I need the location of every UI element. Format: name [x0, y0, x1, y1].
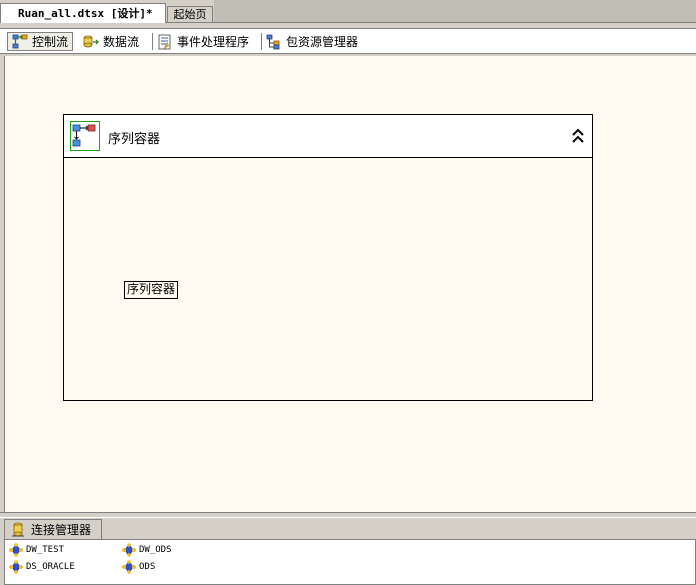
- tab-event-handlers[interactable]: 事件处理程序: [157, 32, 249, 51]
- connection-item[interactable]: DW_TEST: [8, 543, 64, 557]
- tab-strip-background: [214, 0, 696, 22]
- document-tab-ruan-all[interactable]: Ruan_all.dtsx [设计]*: [0, 3, 166, 23]
- event-handler-icon: [158, 34, 171, 49]
- sequence-container-header[interactable]: 序列容器: [64, 115, 592, 158]
- connection-item-label: DS_ORACLE: [26, 562, 75, 572]
- connection-item-label: ODS: [139, 562, 156, 572]
- tab-package-explorer[interactable]: 包资源管理器: [266, 32, 358, 51]
- tab-separator: [261, 33, 262, 50]
- connection-manager-icon: [12, 522, 24, 536]
- connection-icon: [9, 543, 23, 557]
- connection-icon: [122, 560, 136, 574]
- designer-tab-bar: 控制流 数据流 事件处理程序 包资源管理器: [0, 28, 696, 54]
- tab-separator: [152, 33, 153, 50]
- tab-data-flow-label: 数据流: [103, 35, 140, 49]
- connection-item[interactable]: DS_ORACLE: [8, 560, 75, 574]
- tab-control-flow[interactable]: 控制流: [7, 32, 74, 51]
- tab-control-flow-label: 控制流: [32, 35, 69, 49]
- document-tab-strip: Ruan_all.dtsx [设计]* 起始页: [0, 0, 696, 23]
- tab-event-handlers-label: 事件处理程序: [177, 35, 250, 49]
- document-tab-start-page[interactable]: 起始页: [167, 6, 213, 22]
- control-flow-icon: [12, 34, 28, 48]
- sequence-container-title: 序列容器: [108, 132, 161, 147]
- connection-icon: [9, 560, 23, 574]
- sequence-container-icon: [70, 121, 100, 151]
- tab-connection-managers[interactable]: 连接管理器: [4, 519, 102, 539]
- connection-manager-list[interactable]: DW_TEST DS_ORACLE DW_ODS ODS: [4, 539, 696, 585]
- connection-item-label: DW_ODS: [139, 545, 172, 555]
- package-explorer-icon: [266, 34, 280, 49]
- connection-item-label: DW_TEST: [26, 545, 64, 555]
- connection-item[interactable]: ODS: [121, 560, 155, 574]
- tab-data-flow[interactable]: 数据流: [83, 32, 139, 51]
- data-flow-icon: [83, 35, 99, 47]
- sequence-container[interactable]: 序列容器 序列容器: [63, 114, 593, 401]
- control-flow-design-surface[interactable]: 序列容器 序列容器: [4, 56, 696, 512]
- connection-icon: [122, 543, 136, 557]
- connection-manager-header: 连接管理器: [0, 517, 696, 539]
- tab-connection-managers-label: 连接管理器: [31, 523, 92, 537]
- double-chevron-up-icon[interactable]: [571, 127, 585, 145]
- tab-package-explorer-label: 包资源管理器: [286, 35, 359, 49]
- connection-item[interactable]: DW_ODS: [121, 543, 172, 557]
- sequence-container-inner-label[interactable]: 序列容器: [124, 281, 179, 299]
